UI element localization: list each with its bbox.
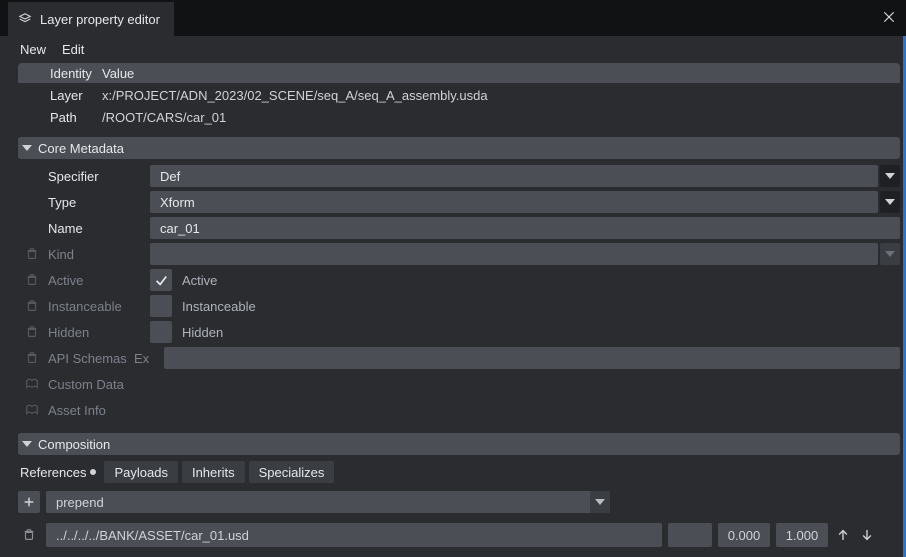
identity-layer-key: Layer — [50, 88, 102, 103]
mode-value: prepend — [56, 495, 104, 510]
tab-inherits[interactable]: Inherits — [182, 461, 245, 483]
specifier-dropdown[interactable]: Def — [150, 165, 878, 187]
layers-icon — [18, 12, 32, 26]
kind-dropdown[interactable] — [150, 243, 878, 265]
add-button[interactable] — [18, 491, 40, 513]
active-chk-label: Active — [174, 273, 217, 288]
reference-start-field[interactable]: 0.000 — [718, 523, 770, 547]
name-value: car_01 — [160, 221, 200, 236]
hidden-label: Hidden — [48, 325, 148, 340]
section-composition-label: Composition — [38, 437, 110, 452]
title-bar: Layer property editor — [0, 0, 906, 36]
check-icon — [154, 273, 168, 287]
identity-path-key: Path — [50, 110, 102, 125]
mode-select[interactable]: prepend — [46, 491, 610, 513]
trash-icon[interactable] — [18, 325, 46, 339]
assetinfo-label: Asset Info — [48, 403, 148, 418]
apischemas-field[interactable] — [164, 347, 900, 369]
row-active: Active Active — [18, 267, 900, 293]
instanceable-checkbox[interactable] — [150, 295, 172, 317]
book-icon — [18, 377, 46, 391]
section-core-metadata[interactable]: Core Metadata — [18, 137, 900, 159]
row-name: Name car_01 — [18, 215, 900, 241]
tab-specializes[interactable]: Specializes — [249, 461, 335, 483]
row-instanceable: Instanceable Instanceable — [18, 293, 900, 319]
menu-new[interactable]: New — [20, 42, 46, 57]
row-kind: Kind — [18, 241, 900, 267]
row-apischemas: API Schemas Ex — [18, 345, 900, 371]
specifier-label: Specifier — [48, 169, 148, 184]
reference-path-field[interactable]: ../../../../BANK/ASSET/car_01.usd — [46, 523, 662, 547]
identity-col-header: Identity — [50, 66, 102, 81]
tab-payloads[interactable]: Payloads — [104, 461, 177, 483]
name-field[interactable]: car_01 — [150, 217, 900, 239]
tab-references[interactable]: References — [18, 465, 88, 480]
identity-layer-row: Layer x:/PROJECT/ADN_2023/02_SCENE/seq_A… — [18, 83, 900, 105]
trash-icon[interactable] — [18, 273, 46, 287]
row-hidden: Hidden Hidden — [18, 319, 900, 345]
reference-row: ../../../../BANK/ASSET/car_01.usd 0.000 … — [18, 521, 900, 549]
row-type: Type Xform — [18, 189, 900, 215]
reference-extra-field[interactable] — [668, 523, 712, 547]
instanceable-chk-label: Instanceable — [174, 299, 256, 314]
menu-edit[interactable]: Edit — [62, 42, 84, 57]
trash-icon[interactable] — [18, 299, 46, 313]
identity-path-row: Path /ROOT/CARS/car_01 — [18, 105, 900, 127]
type-label: Type — [48, 195, 148, 210]
menu-bar: New Edit — [0, 36, 906, 63]
specifier-dropdown-arrow[interactable] — [880, 165, 900, 187]
specifier-value: Def — [160, 169, 180, 184]
trash-icon[interactable] — [18, 528, 40, 542]
type-dropdown-arrow[interactable] — [880, 191, 900, 213]
reference-path-value: ../../../../BANK/ASSET/car_01.usd — [56, 528, 249, 543]
apischemas-label: API Schemas — [48, 351, 132, 366]
chevron-down-icon — [22, 145, 32, 151]
customdata-label: Custom Data — [48, 377, 148, 392]
move-up-button[interactable] — [834, 526, 852, 544]
instanceable-label: Instanceable — [48, 299, 148, 314]
row-assetinfo[interactable]: Asset Info — [18, 397, 900, 423]
identity-path-value: /ROOT/CARS/car_01 — [102, 110, 226, 125]
trash-icon[interactable] — [18, 247, 46, 261]
mode-select-arrow[interactable] — [590, 491, 610, 513]
section-core-label: Core Metadata — [38, 141, 124, 156]
window-title: Layer property editor — [40, 12, 160, 27]
name-label: Name — [48, 221, 148, 236]
type-dropdown[interactable]: Xform — [150, 191, 878, 213]
reference-end-field[interactable]: 1.000 — [776, 523, 828, 547]
kind-label: Kind — [48, 247, 148, 262]
row-specifier: Specifier Def — [18, 163, 900, 189]
close-icon[interactable] — [882, 10, 896, 24]
identity-layer-value: x:/PROJECT/ADN_2023/02_SCENE/seq_A/seq_A… — [102, 88, 488, 103]
active-dot-icon — [90, 469, 96, 475]
active-label: Active — [48, 273, 148, 288]
move-down-button[interactable] — [858, 526, 876, 544]
identity-header: Identity Value — [18, 63, 900, 83]
hidden-checkbox[interactable] — [150, 321, 172, 343]
row-customdata[interactable]: Custom Data — [18, 371, 900, 397]
type-value: Xform — [160, 195, 195, 210]
hidden-chk-label: Hidden — [174, 325, 223, 340]
value-col-header: Value — [102, 66, 134, 81]
kind-dropdown-arrow[interactable] — [880, 243, 900, 265]
section-composition[interactable]: Composition — [18, 433, 900, 455]
window-tab[interactable]: Layer property editor — [8, 2, 174, 36]
composition-tabs: References Payloads Inherits Specializes — [18, 461, 900, 483]
trash-icon[interactable] — [18, 351, 46, 365]
composition-mode-row: prepend — [18, 489, 900, 515]
chevron-down-icon — [22, 441, 32, 447]
book-icon — [18, 403, 46, 417]
apischemas-ex: Ex — [134, 351, 162, 366]
active-checkbox[interactable] — [150, 269, 172, 291]
